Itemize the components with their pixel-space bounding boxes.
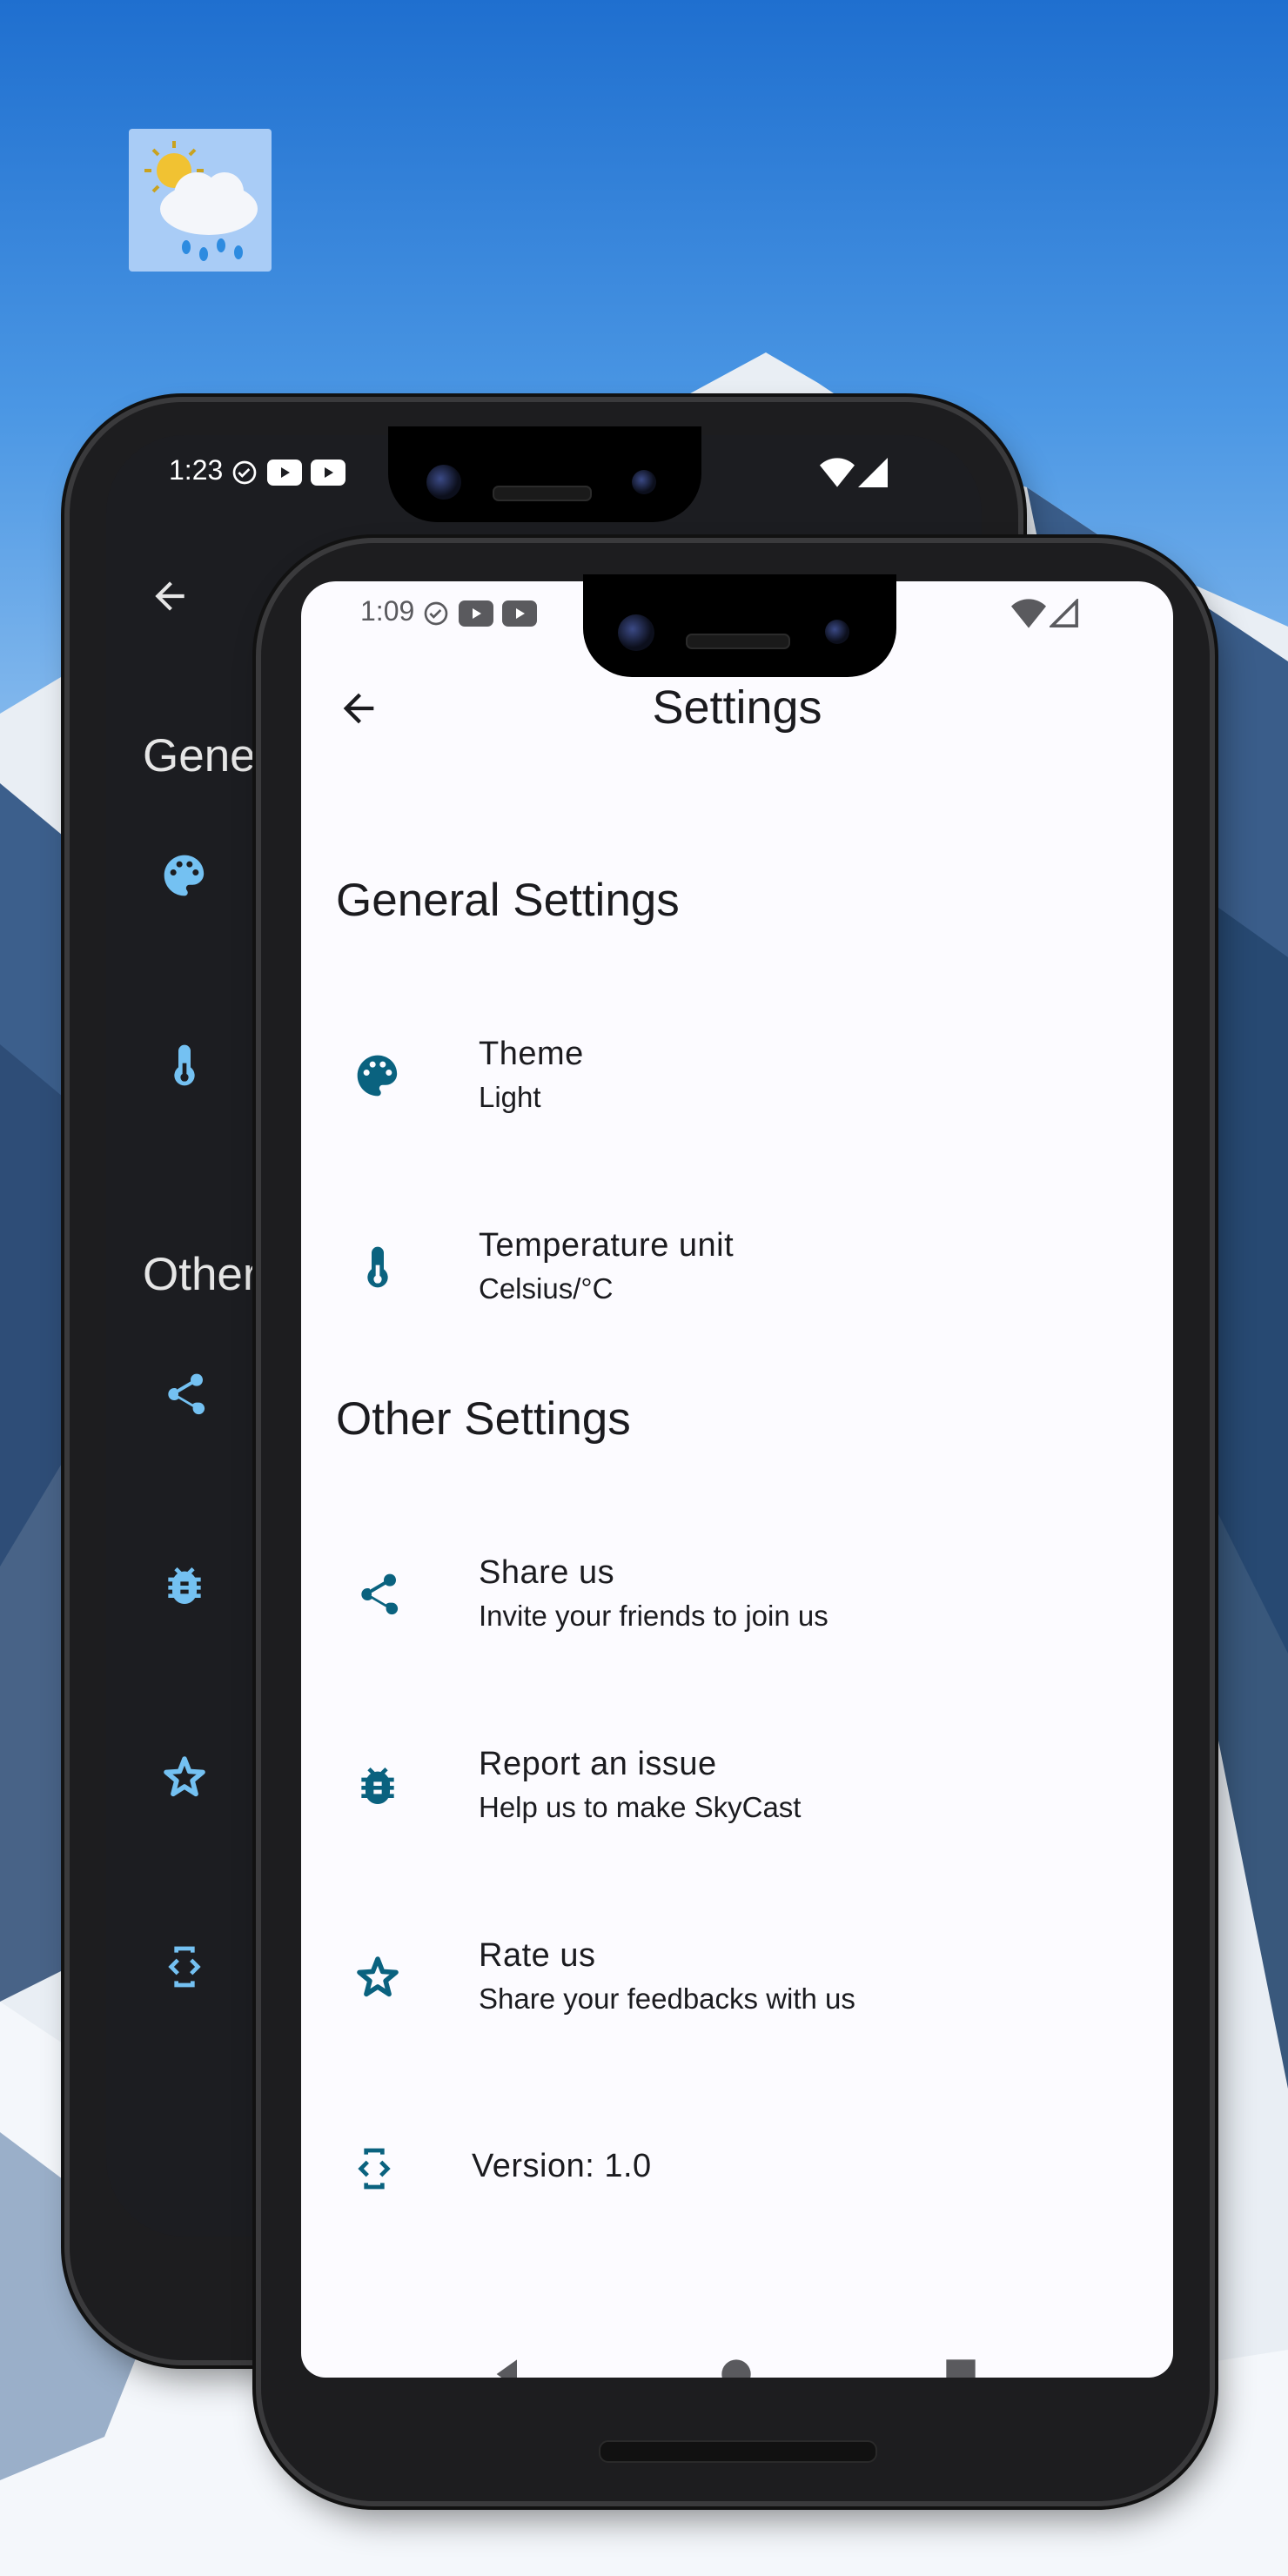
setting-title: Rate us (479, 1937, 596, 1974)
back-button[interactable] (148, 574, 191, 622)
setting-item-share-us[interactable]: Share us Invite your friends to join us (301, 1526, 1173, 1683)
setting-title: Temperature unit (479, 1227, 735, 1264)
back-phone-notch (388, 426, 701, 522)
nav-back-icon[interactable] (491, 2357, 526, 2378)
setting-item-version[interactable]: Version: 1.0 (301, 2099, 1173, 2256)
status-bar: 1:23 (169, 454, 346, 486)
section-title-general: General Settings (336, 875, 680, 926)
thermometer-icon[interactable] (160, 1041, 209, 1094)
section-title-other: Other (143, 1249, 258, 1300)
check-circle-icon (424, 601, 448, 625)
front-phone-bottom-speaker (599, 2440, 877, 2463)
signal-icon (858, 458, 889, 487)
setting-item-report-issue[interactable]: Report an issue Help us to make SkyCast (301, 1718, 1173, 1875)
section-title-other: Other Settings (336, 1393, 631, 1445)
app-logo (129, 129, 272, 272)
status-notification-icons (231, 459, 346, 486)
earpiece-speaker (493, 486, 592, 501)
status-notification-icons (422, 600, 538, 627)
check-circle-icon (232, 460, 257, 484)
app-update-icon (350, 2144, 399, 2193)
bug-icon (353, 1761, 402, 1810)
status-bar: 1:09 (360, 595, 538, 627)
palette-icon (353, 1051, 402, 1100)
setting-title: Share us (479, 1554, 615, 1591)
star-icon[interactable] (160, 1753, 209, 1806)
setting-item-theme[interactable]: Theme Light (301, 1008, 1173, 1164)
setting-subtitle: Help us to make SkyCast (479, 1791, 802, 1823)
share-icon (353, 1570, 402, 1619)
setting-item-rate-us[interactable]: Rate us Share your feedbacks with us (301, 1909, 1173, 2066)
setting-subtitle: Invite your friends to join us (479, 1600, 828, 1632)
youtube-icon (502, 600, 538, 627)
setting-subtitle: Celsius/°C (479, 1272, 614, 1305)
version-text: Version: 1.0 (472, 2148, 652, 2184)
share-icon[interactable] (160, 1370, 209, 1423)
front-phone-frame: 1:09 Settings General Settings Theme Lig… (261, 543, 1210, 2501)
setting-item-temperature-unit[interactable]: Temperature unit Celsius/°C (301, 1199, 1173, 1356)
palette-icon[interactable] (160, 851, 209, 904)
youtube-icon (459, 600, 494, 627)
setting-subtitle: Light (479, 1081, 541, 1113)
section-title-general: Gener (143, 730, 272, 782)
arrow-back-icon (155, 581, 184, 611)
star-icon (353, 1953, 402, 2002)
thermometer-icon (353, 1243, 402, 1291)
system-navigation-bar (301, 2357, 1173, 2378)
youtube-icon (311, 459, 346, 486)
sensor (632, 470, 656, 494)
weather-sun-rain-icon (144, 141, 258, 261)
earpiece-speaker (686, 634, 790, 649)
app-update-icon[interactable] (160, 1942, 209, 1996)
wifi-icon (1011, 599, 1046, 628)
status-system-icons (1011, 597, 1079, 633)
setting-subtitle: Share your feedbacks with us (479, 1982, 855, 2015)
front-camera (618, 614, 654, 651)
setting-title: Theme (479, 1036, 584, 1072)
front-phone-screen: 1:09 Settings General Settings Theme Lig… (301, 581, 1173, 2378)
page-title: Settings (652, 681, 822, 734)
youtube-icon (267, 459, 303, 486)
setting-title: Report an issue (479, 1746, 717, 1782)
nav-home-icon[interactable] (719, 2357, 754, 2378)
front-phone-notch (583, 574, 896, 677)
bug-icon[interactable] (160, 1561, 209, 1614)
nav-recents-icon[interactable] (943, 2357, 978, 2378)
signal-icon (1049, 597, 1079, 627)
status-system-icons (820, 458, 889, 492)
status-time: 1:23 (169, 454, 224, 486)
wifi-icon (820, 458, 855, 487)
front-camera (426, 465, 461, 500)
status-time: 1:09 (360, 595, 415, 627)
sensor (825, 620, 849, 644)
